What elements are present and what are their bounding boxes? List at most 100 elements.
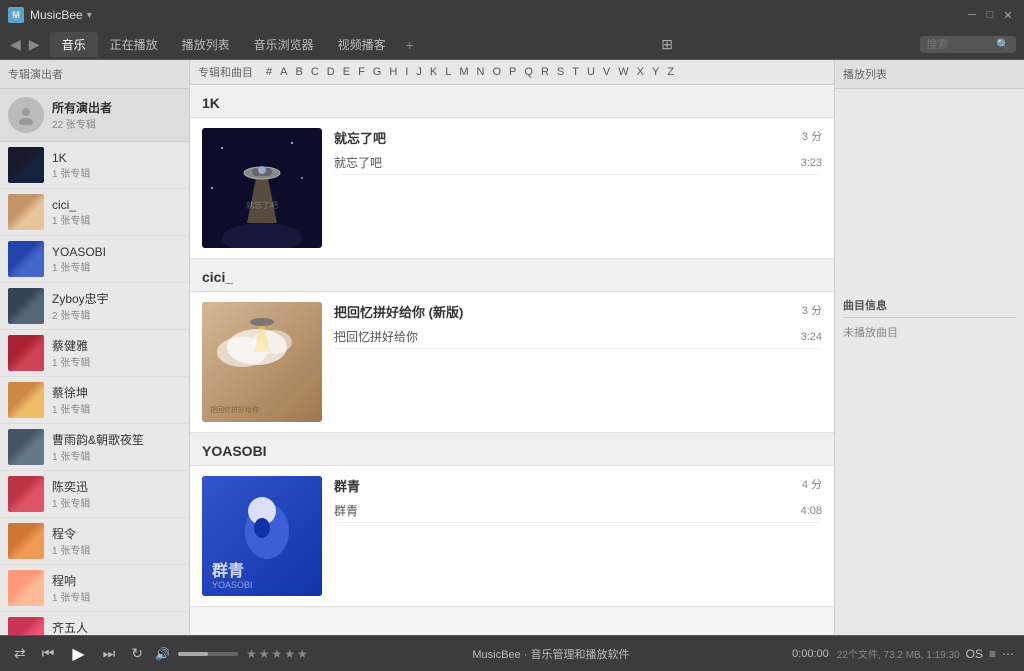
svg-text:群青: 群青: [212, 561, 244, 580]
sidebar-item-artist-7[interactable]: 陈奕迅 1 张专辑: [0, 471, 189, 518]
tab-video[interactable]: 视频播客: [326, 32, 398, 57]
sidebar-item-artist-1[interactable]: cici_ 1 张专辑: [0, 189, 189, 236]
alpha-char-B[interactable]: B: [292, 65, 305, 79]
track-row-0-0-0[interactable]: 就忘了吧 3:23: [334, 151, 822, 175]
alpha-char-D[interactable]: D: [324, 65, 338, 79]
song-info-header: 曲目信息: [843, 297, 1016, 318]
sidebar-artist-info-7: 陈奕迅 1 张专辑: [52, 478, 181, 510]
tab-music[interactable]: 音乐: [50, 32, 98, 57]
sidebar-artist-count-0: 1 张专辑: [52, 165, 181, 180]
sidebar-artist-info-5: 蔡徐坤 1 张专辑: [52, 384, 181, 416]
volume-slider[interactable]: [178, 652, 238, 656]
alpha-char-P[interactable]: P: [506, 65, 519, 79]
track-name-2-0-0: 群青: [334, 502, 782, 519]
alpha-char-K[interactable]: K: [427, 65, 440, 79]
alpha-chars: #ABCDEFGHIJKLMNOPQRSTUVWXYZ: [263, 65, 677, 79]
alpha-char-N[interactable]: N: [474, 65, 488, 79]
add-tab-button[interactable]: +: [398, 33, 422, 57]
album-title-0-0: 就忘了吧: [334, 128, 386, 147]
sidebar-item-artist-10[interactable]: 齐五人 2 张专辑: [0, 612, 189, 635]
alpha-char-H[interactable]: H: [386, 65, 400, 79]
alpha-char-X[interactable]: X: [634, 65, 647, 79]
search-input[interactable]: [926, 39, 996, 51]
dropdown-arrow[interactable]: ▾: [87, 10, 92, 21]
sidebar-artist-name-1: cici_: [52, 198, 181, 212]
alpha-char-S[interactable]: S: [554, 65, 567, 79]
artist-name-1: cici_: [190, 259, 834, 292]
sidebar-artist-info-10: 齐五人 2 张专辑: [52, 619, 181, 635]
sidebar-item-artist-2[interactable]: YOASOBI 1 张专辑: [0, 236, 189, 283]
sidebar-artist-name-2: YOASOBI: [52, 245, 181, 259]
alpha-char-T[interactable]: T: [569, 65, 582, 79]
album-row-1-0: 把回忆拼好给你 把回忆拼好给你 (新版) 3 分 把回忆拼好给你 3:24: [190, 292, 834, 433]
alpha-char-G[interactable]: G: [370, 65, 385, 79]
play-button[interactable]: ▶: [66, 642, 90, 666]
alpha-char-U[interactable]: U: [584, 65, 598, 79]
alpha-char-#[interactable]: #: [263, 65, 275, 79]
tab-browser[interactable]: 音乐浏览器: [242, 32, 326, 57]
album-detail-0-0: 就忘了吧 3 分 就忘了吧 3:23: [334, 128, 822, 248]
maximize-button[interactable]: □: [982, 7, 998, 23]
sidebar-artist-info-1: cici_ 1 张专辑: [52, 198, 181, 227]
alpha-char-F[interactable]: F: [355, 65, 368, 79]
sidebar-item-artist-6[interactable]: 曹雨韵&朝歌夜笙 1 张专辑: [0, 424, 189, 471]
album-art-0-0: 就忘了吧: [202, 128, 322, 248]
search-icon[interactable]: 🔍: [996, 38, 1010, 51]
forward-button[interactable]: ▶: [27, 36, 42, 53]
svg-text:把回忆拼好给你: 把回忆拼好给你: [210, 405, 259, 414]
close-button[interactable]: ✕: [1000, 7, 1016, 23]
sidebar-artist-count-8: 1 张专辑: [52, 542, 181, 557]
alpha-char-C[interactable]: C: [308, 65, 322, 79]
all-artists-avatar: [8, 97, 44, 133]
sidebar-thumb-1: [8, 194, 44, 230]
tab-playlist[interactable]: 播放列表: [170, 32, 242, 57]
alpha-char-O[interactable]: O: [489, 65, 504, 79]
time-display: 0:00:00: [792, 648, 829, 660]
settings-icon[interactable]: ⋯: [1002, 647, 1014, 661]
alpha-char-A[interactable]: A: [277, 65, 290, 79]
minimize-button[interactable]: ─: [964, 7, 980, 23]
sidebar-item-artist-3[interactable]: Zyboy忠宇 2 张专辑: [0, 283, 189, 330]
star-rating[interactable]: ★★★★★: [246, 647, 310, 661]
alpha-char-W[interactable]: W: [615, 65, 631, 79]
sidebar-item-artist-8[interactable]: 程令 1 张专辑: [0, 518, 189, 565]
alpha-char-E[interactable]: E: [340, 65, 353, 79]
track-row-1-0-0[interactable]: 把回忆拼好给你 3:24: [334, 325, 822, 349]
alpha-char-L[interactable]: L: [442, 65, 454, 79]
alpha-char-M[interactable]: M: [456, 65, 471, 79]
content-header-label: 专辑和曲目: [198, 64, 253, 80]
alpha-char-J[interactable]: J: [413, 65, 425, 79]
alpha-char-Q[interactable]: Q: [521, 65, 536, 79]
sidebar-artist-name-4: 蔡健雅: [52, 337, 181, 354]
alpha-char-R[interactable]: R: [538, 65, 552, 79]
next-button[interactable]: ⏭: [99, 643, 120, 664]
layout-icon[interactable]: ⊞: [661, 36, 673, 53]
track-row-2-0-0[interactable]: 群青 4:08: [334, 499, 822, 523]
sidebar-artist-name-0: 1K: [52, 151, 181, 165]
sidebar-item-all-artists[interactable]: 所有演出者 22 张专辑: [0, 89, 189, 142]
sidebar-thumb-2: [8, 241, 44, 277]
sidebar-item-artist-4[interactable]: 蔡健雅 1 张专辑: [0, 330, 189, 377]
repeat-button[interactable]: ↻: [127, 643, 147, 664]
sidebar-item-artist-5[interactable]: 蔡徐坤 1 张专辑: [0, 377, 189, 424]
window-controls: ─ □ ✕: [964, 7, 1016, 23]
album-detail-1-0: 把回忆拼好给你 (新版) 3 分 把回忆拼好给你 3:24: [334, 302, 822, 422]
alpha-char-Y[interactable]: Y: [649, 65, 662, 79]
alpha-char-I[interactable]: I: [402, 65, 411, 79]
all-artists-name: 所有演出者: [52, 99, 112, 116]
sidebar-artist-count-7: 1 张专辑: [52, 495, 181, 510]
shuffle-button[interactable]: ⇄: [10, 643, 30, 664]
alpha-char-Z[interactable]: Z: [664, 65, 677, 79]
nav-tabs: 音乐 正在播放 播放列表 音乐浏览器 视频播客: [50, 32, 398, 57]
album-art-2-0: 群青 YOASOBI: [202, 476, 322, 596]
sidebar-artist-count-1: 1 张专辑: [52, 212, 181, 227]
back-button[interactable]: ◀: [8, 36, 23, 53]
prev-button[interactable]: ⏮: [38, 643, 59, 664]
equalizer-icon[interactable]: ≡: [989, 647, 996, 661]
sidebar: 专辑演出者 所有演出者 22 张专辑 1K 1 张专辑 cici_ 1 张专辑: [0, 60, 190, 635]
sidebar-artist-name-10: 齐五人: [52, 619, 181, 635]
tab-nowplaying[interactable]: 正在播放: [98, 32, 170, 57]
sidebar-item-artist-9[interactable]: 程响 1 张专辑: [0, 565, 189, 612]
alpha-char-V[interactable]: V: [600, 65, 613, 79]
sidebar-item-artist-0[interactable]: 1K 1 张专辑: [0, 142, 189, 189]
